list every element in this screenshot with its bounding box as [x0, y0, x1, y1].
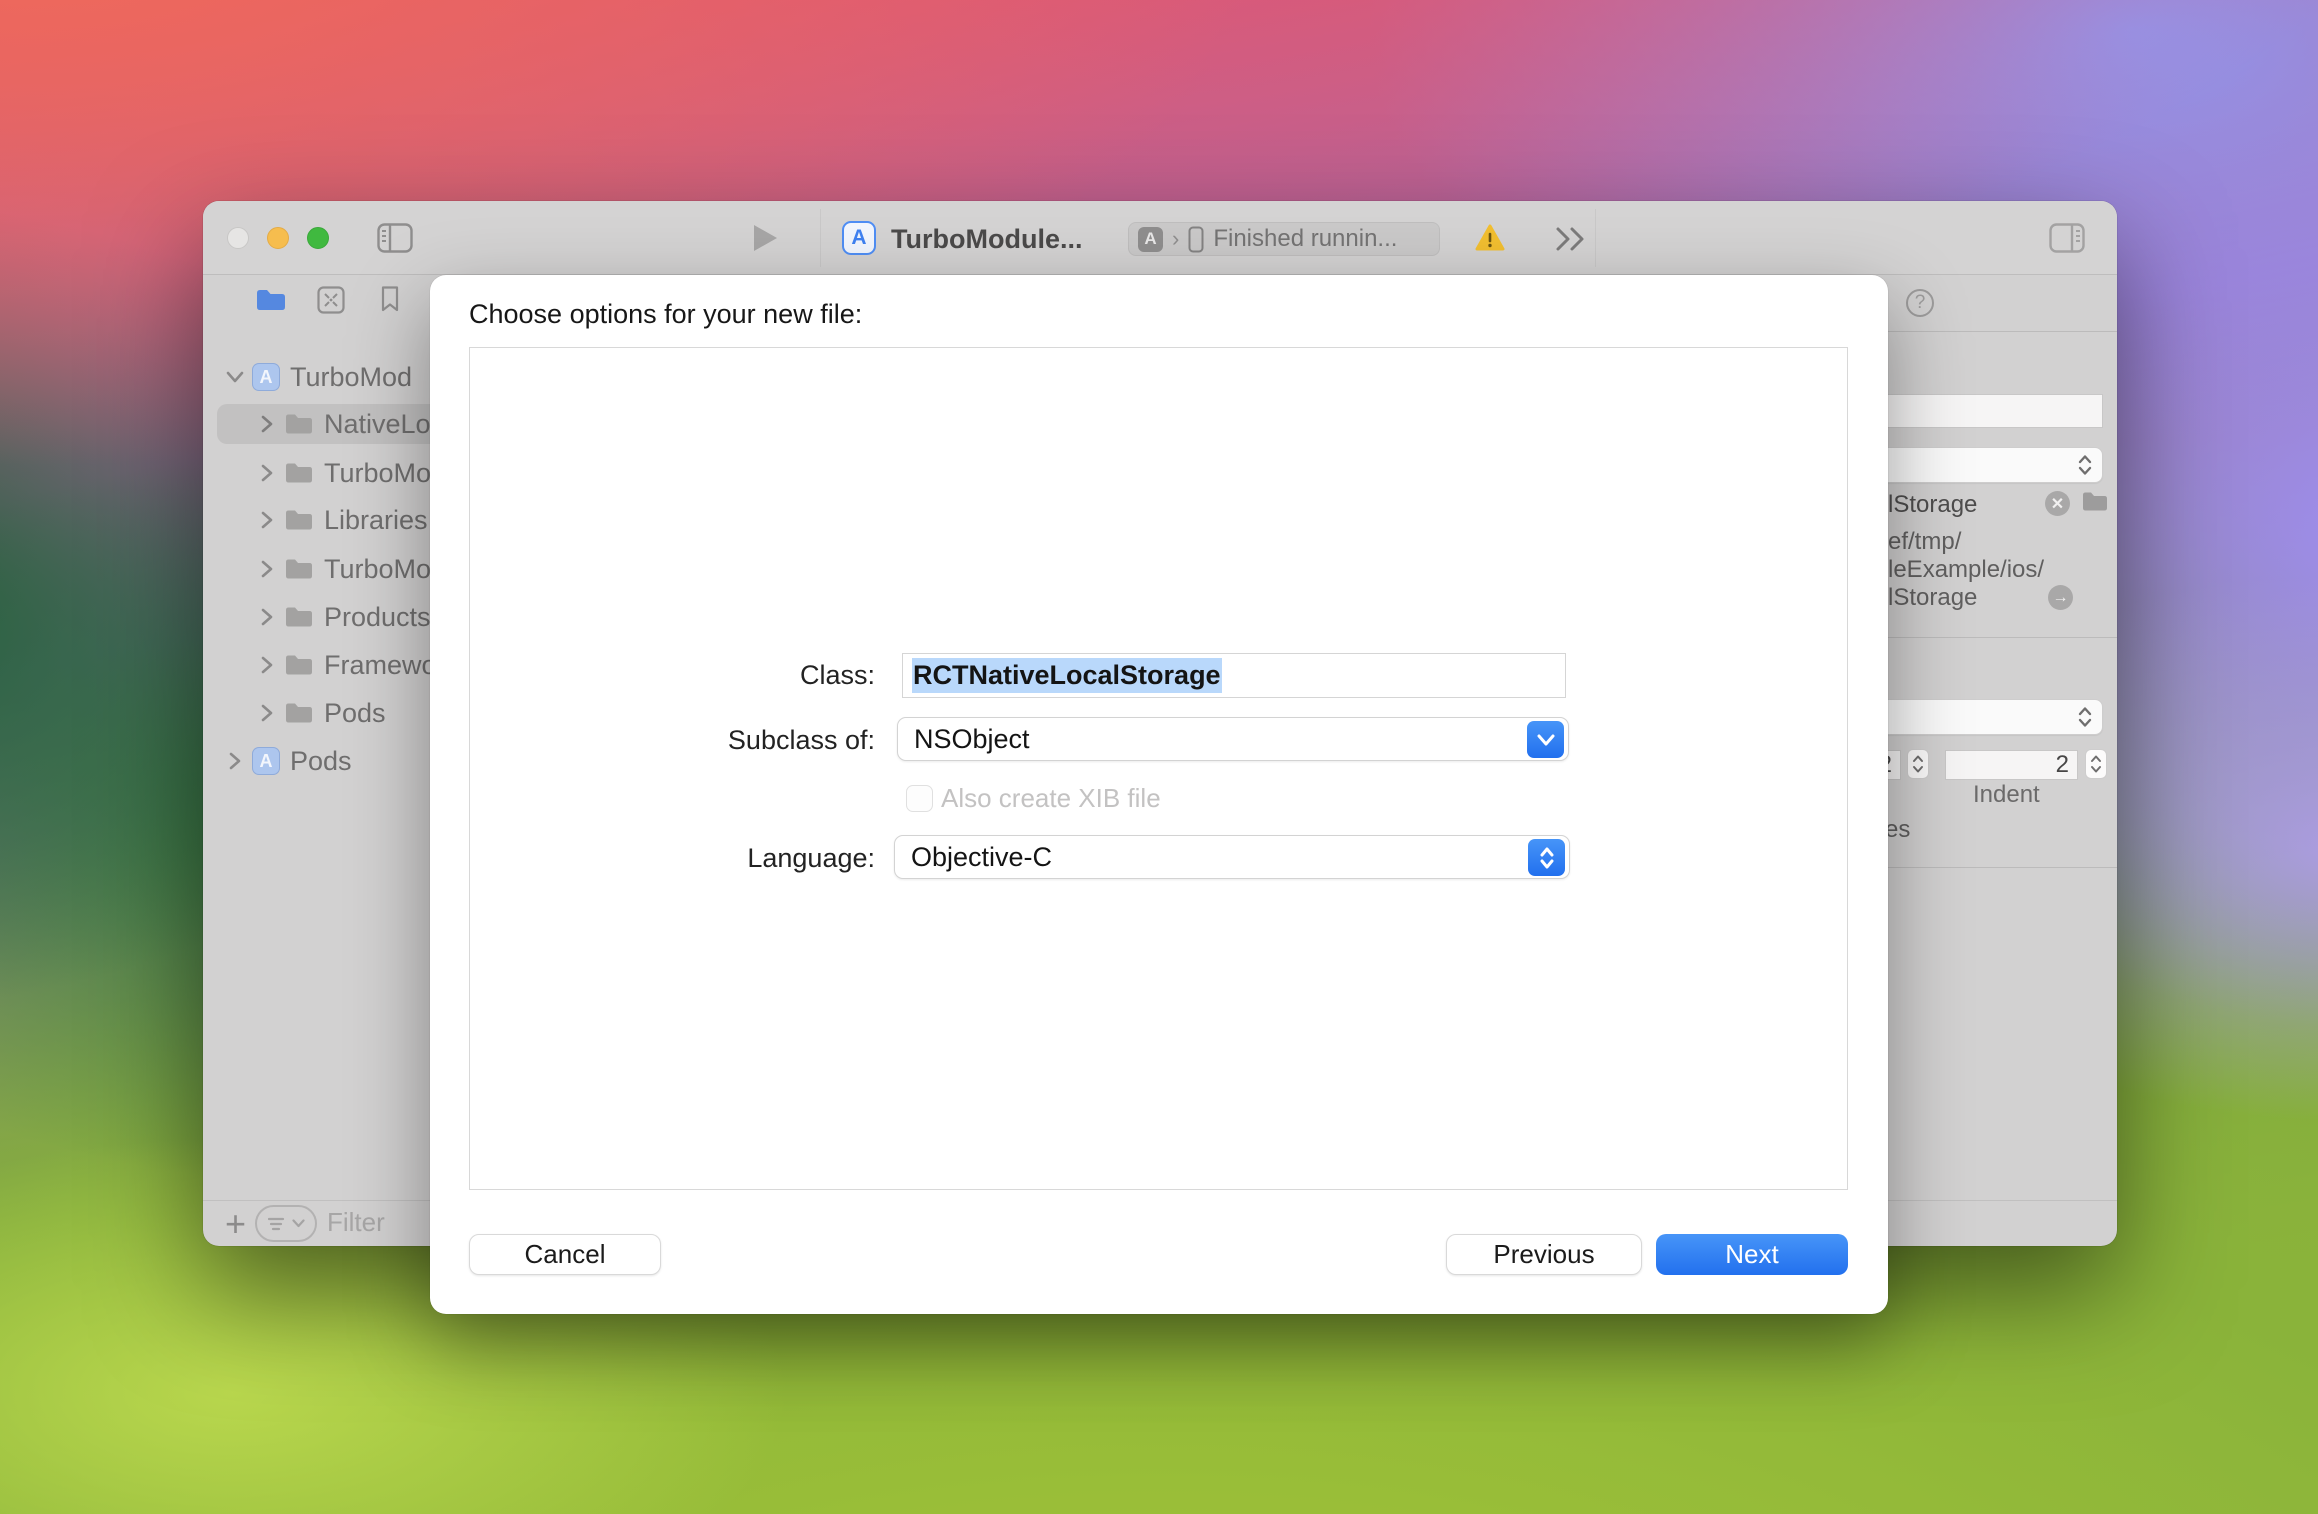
folder-icon: [284, 653, 314, 677]
new-file-options-dialog: Choose options for your new file: Class:…: [430, 275, 1888, 1314]
xib-checkbox[interactable]: [906, 785, 933, 812]
previous-button[interactable]: Previous: [1446, 1234, 1642, 1275]
zoom-window-button[interactable]: [307, 227, 329, 249]
chevron-right-icon[interactable]: [254, 560, 280, 578]
scheme-title[interactable]: TurboModule...: [891, 224, 1082, 255]
up-down-chevrons-icon: [2078, 454, 2092, 476]
run-button[interactable]: [751, 223, 779, 258]
toggle-left-sidebar-button[interactable]: [377, 223, 413, 258]
filter-lines-icon: [268, 1216, 288, 1232]
popup-stepper-button[interactable]: [1528, 839, 1565, 876]
tree-row-label: TurboMo: [324, 458, 431, 489]
tree-row-label: TurboMod: [290, 362, 412, 393]
inspector-path-line: leExample/ios/: [1888, 556, 2044, 584]
folder-icon: [2081, 490, 2109, 513]
cancel-button[interactable]: Cancel: [469, 1234, 661, 1275]
play-icon: [751, 223, 779, 253]
indent-label: Indent: [1973, 781, 2040, 809]
subclass-value: NSObject: [914, 724, 1030, 755]
changes-navigator-tab[interactable]: [317, 286, 345, 319]
chevron-down-icon[interactable]: [222, 371, 248, 383]
stepper-icon: [2090, 754, 2102, 774]
add-button[interactable]: +: [225, 1203, 246, 1245]
help-button[interactable]: ?: [1906, 289, 1934, 317]
xib-checkbox-label: Also create XIB file: [941, 783, 1161, 814]
folder-icon: [284, 701, 314, 725]
activity-status-pill[interactable]: A › Finished runnin...: [1128, 222, 1440, 256]
tree-row-label: Products: [324, 602, 431, 633]
chevron-right-icon[interactable]: [254, 415, 280, 433]
chevron-right-icon[interactable]: [254, 656, 280, 674]
overflow-toolbar-button[interactable]: [1554, 226, 1588, 257]
double-chevron-right-icon: [1554, 226, 1588, 252]
app-project-icon: A: [252, 363, 280, 391]
folder-icon: [284, 461, 314, 485]
chevron-right-icon[interactable]: [254, 511, 280, 529]
app-project-icon: A: [252, 747, 280, 775]
tree-row-label: Pods: [324, 698, 386, 729]
sidebar-right-icon: [2049, 223, 2085, 253]
project-navigator-tab[interactable]: [255, 287, 287, 318]
up-down-chevrons-icon: [2078, 706, 2092, 728]
minimize-window-button[interactable]: [267, 227, 289, 249]
sidebar-left-icon: [377, 223, 413, 253]
folder-icon: [284, 557, 314, 581]
folder-icon: [255, 287, 287, 313]
open-arrow-icon[interactable]: →: [2048, 585, 2073, 610]
choose-folder-button[interactable]: [2081, 490, 2109, 518]
dialog-title: Choose options for your new file:: [469, 299, 862, 330]
chevron-down-icon: [1537, 734, 1555, 746]
chevron-right-icon[interactable]: [222, 752, 248, 770]
filter-input[interactable]: Filter: [327, 1207, 385, 1238]
tree-row-label: Pods: [290, 746, 352, 777]
tree-row-label: Framewo: [324, 650, 437, 681]
subclass-combo[interactable]: NSObject: [897, 717, 1569, 761]
filter-options-button[interactable]: [255, 1205, 317, 1242]
clear-icon[interactable]: ✕: [2045, 491, 2070, 516]
indent-width-field[interactable]: 2: [1945, 750, 2078, 780]
x-square-icon: [317, 286, 345, 314]
warning-icon: [1475, 224, 1505, 252]
language-value: Objective-C: [911, 842, 1052, 873]
tree-row-label: NativeLo: [324, 409, 431, 440]
up-down-chevrons-icon: [1539, 845, 1555, 871]
tree-row-label: Libraries: [324, 505, 428, 536]
chevron-right-icon[interactable]: [254, 608, 280, 626]
class-input-value: RCTNativeLocalStorage: [912, 658, 1222, 693]
inspector-path-line: ef/tmp/: [1888, 528, 1961, 556]
iphone-icon: [1188, 226, 1204, 253]
inspector-file-name: lStorage: [1888, 491, 1977, 519]
folder-icon: [284, 508, 314, 532]
dialog-content-box: [469, 347, 1848, 1190]
language-popup[interactable]: Objective-C: [894, 835, 1570, 879]
language-label: Language:: [430, 843, 875, 874]
chevron-down-icon: [292, 1219, 305, 1228]
bookmark-navigator-tab[interactable]: [380, 285, 400, 318]
inspector-path-line: lStorage: [1888, 584, 1977, 612]
close-window-button[interactable]: [227, 227, 249, 249]
inspector-partial-text: es: [1885, 816, 1910, 844]
scheme-app-icon[interactable]: A: [842, 221, 876, 255]
combo-dropdown-button[interactable]: [1527, 721, 1564, 758]
status-app-icon: A: [1138, 227, 1163, 252]
stepper-icon: [1912, 754, 1924, 774]
warnings-button[interactable]: [1475, 224, 1505, 257]
chevron-right-icon[interactable]: [254, 464, 280, 482]
indent-width-stepper[interactable]: [2085, 749, 2107, 779]
folder-icon: [284, 605, 314, 629]
folder-icon: [284, 412, 314, 436]
bookmark-icon: [380, 285, 400, 313]
indent-width-value: 2: [2056, 751, 2069, 779]
class-input[interactable]: RCTNativeLocalStorage: [902, 653, 1566, 698]
tree-row-label: TurboMo: [324, 554, 431, 585]
tab-width-stepper[interactable]: [1907, 749, 1929, 779]
toggle-right-sidebar-button[interactable]: [2049, 223, 2085, 258]
titlebar: A TurboModule... A › Finished runnin...: [203, 201, 2117, 275]
subclass-label: Subclass of:: [430, 725, 875, 756]
next-button[interactable]: Next: [1656, 1234, 1848, 1275]
status-text: Finished runnin...: [1213, 225, 1397, 253]
chevron-right-icon: ›: [1172, 226, 1179, 252]
chevron-right-icon[interactable]: [254, 704, 280, 722]
class-label: Class:: [430, 660, 875, 691]
